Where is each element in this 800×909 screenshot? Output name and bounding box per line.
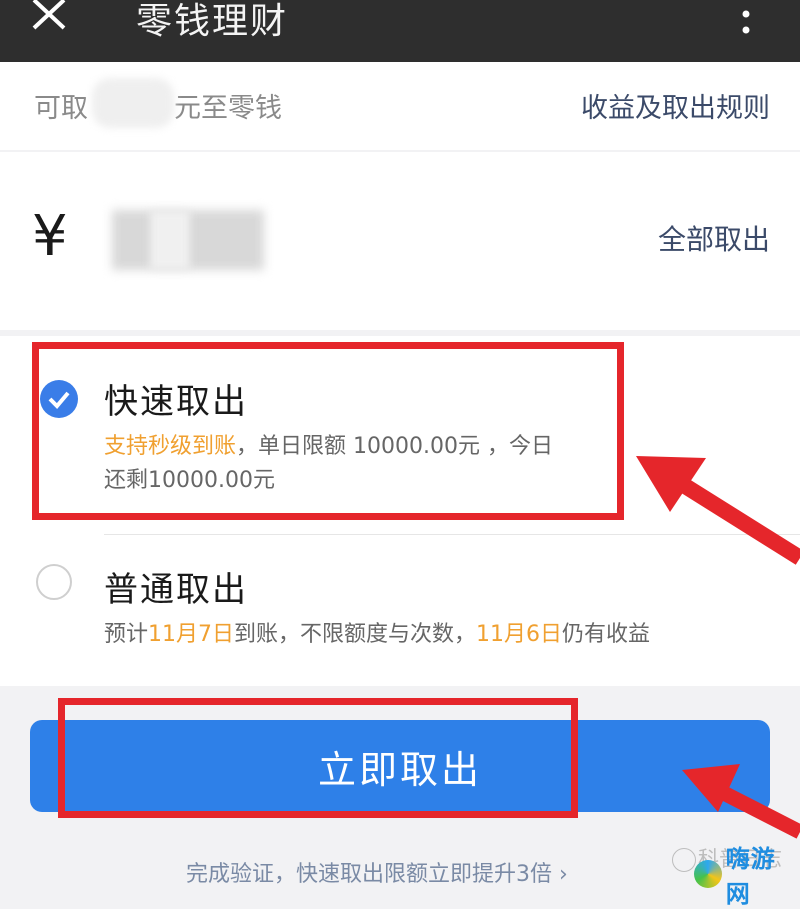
rules-link[interactable]: 收益及取出规则 bbox=[581, 86, 770, 125]
normal-withdraw-desc: 预计11月7日到账，不限额度与次数，11月6日仍有收益 bbox=[104, 622, 651, 647]
annotation-arrow-icon bbox=[682, 764, 800, 839]
title-bar: 零钱理财 bbox=[0, 0, 800, 62]
annotation-box-submit bbox=[58, 698, 578, 818]
verification-tip-link[interactable]: 完成验证，快速取出限额立即提升3倍 › bbox=[186, 856, 568, 888]
redacted-amount bbox=[92, 78, 174, 128]
wechat-icon bbox=[672, 848, 696, 872]
withdraw-all-button[interactable]: 全部取出 bbox=[658, 218, 770, 258]
annotation-arrow-icon bbox=[636, 456, 800, 565]
normal-withdraw-title[interactable]: 普通取出 bbox=[104, 562, 248, 611]
site-logo-icon bbox=[694, 860, 722, 888]
close-icon[interactable] bbox=[30, 0, 74, 34]
amount-row: ¥ 全部取出 bbox=[0, 152, 800, 330]
currency-symbol: ¥ bbox=[32, 204, 68, 269]
more-menu-icon[interactable] bbox=[740, 4, 752, 40]
normal-withdraw-radio[interactable] bbox=[36, 564, 72, 600]
available-balance-row: 可取 元至零钱 收益及取出规则 bbox=[0, 62, 800, 150]
site-watermark: 嗨游网 bbox=[694, 845, 800, 908]
redacted-digit bbox=[150, 210, 190, 270]
page-title: 零钱理财 bbox=[136, 1, 289, 42]
annotation-box-fast bbox=[32, 342, 624, 520]
